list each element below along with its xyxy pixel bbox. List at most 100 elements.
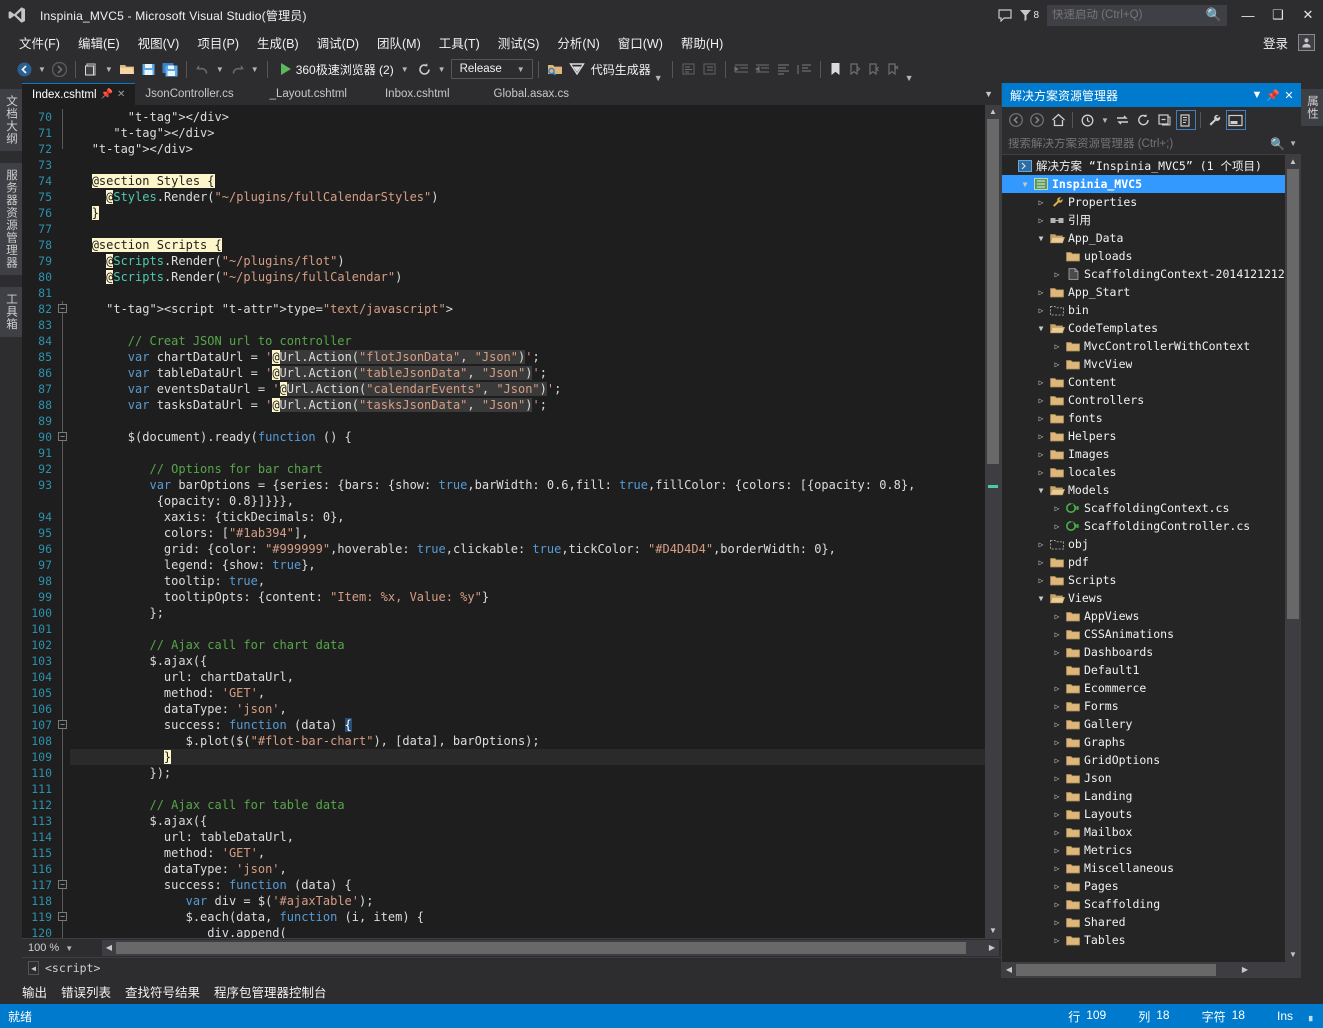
fold-marker[interactable]: −: [56, 429, 70, 445]
se-scroll-thumb[interactable]: [1287, 169, 1299, 619]
code-line[interactable]: @section Scripts {: [70, 237, 985, 253]
code-text-area[interactable]: "t-tag"></div> "t-tag"></div> "t-tag"></…: [70, 105, 985, 938]
tree-item-views[interactable]: ▼ Views: [1002, 589, 1285, 607]
navigate-back-icon[interactable]: [14, 58, 35, 80]
code-line[interactable]: div.append(: [70, 925, 985, 938]
tree-item-scaffoldingcontroller-cs[interactable]: ▷ ScaffoldingController.cs: [1002, 517, 1285, 535]
quick-launch-box[interactable]: 🔍: [1047, 4, 1227, 26]
code-line[interactable]: method: 'GET',: [70, 845, 985, 861]
code-line[interactable]: method: 'GET',: [70, 685, 985, 701]
tree-item-inspinia-mvc5[interactable]: ▼ Inspinia_MVC5: [1002, 175, 1285, 193]
code-line[interactable]: "t-tag"></div>: [70, 109, 985, 125]
tree-item-[interactable]: ▷ 引用: [1002, 211, 1285, 229]
chevron-right-icon[interactable]: ▷: [1050, 360, 1064, 369]
code-line[interactable]: @Scripts.Render("~/plugins/flot"): [70, 253, 985, 269]
toolbar-overflow-icon[interactable]: ▼: [651, 67, 667, 83]
code-line[interactable]: legend: {show: true},: [70, 557, 985, 573]
code-line[interactable]: var tableDataUrl = '@Url.Action("tableJs…: [70, 365, 985, 381]
chevron-right-icon[interactable]: ▷: [1034, 576, 1048, 585]
code-folding-column[interactable]: − − − − −: [56, 105, 70, 938]
chevron-right-icon[interactable]: ▷: [1050, 918, 1064, 927]
code-line[interactable]: colors: ["#1ab394"],: [70, 525, 985, 541]
account-icon[interactable]: [1298, 34, 1315, 51]
chevron-right-icon[interactable]: ▷: [1050, 342, 1064, 351]
solution-tree[interactable]: 解决方案 “Inspinia_MVC5” (1 个项目) ▼ Inspinia_MV…: [1002, 155, 1285, 962]
code-line[interactable]: @section Styles {: [70, 173, 985, 189]
chevron-right-icon[interactable]: ▷: [1034, 306, 1048, 315]
code-line[interactable]: }: [70, 205, 985, 221]
code-line[interactable]: @Scripts.Render("~/plugins/fullCalendar"…: [70, 269, 985, 285]
chevron-right-icon[interactable]: ▷: [1034, 378, 1048, 387]
code-line[interactable]: url: tableDataUrl,: [70, 829, 985, 845]
se-collapse-all-icon[interactable]: [1155, 110, 1175, 130]
save-all-icon[interactable]: [159, 58, 181, 80]
tree-item-json[interactable]: ▷ Json: [1002, 769, 1285, 787]
scroll-left-arrow-icon[interactable]: ◀: [102, 940, 116, 956]
code-line[interactable]: url: chartDataUrl,: [70, 669, 985, 685]
tab-package-manager-console[interactable]: 程序包管理器控制台: [214, 982, 327, 1001]
code-line[interactable]: grid: {color: "#999999",hoverable: true,…: [70, 541, 985, 557]
tree-item-locales[interactable]: ▷ locales: [1002, 463, 1285, 481]
tree-item-tables[interactable]: ▷ Tables: [1002, 931, 1285, 949]
chevron-right-icon[interactable]: ▷: [1034, 414, 1048, 423]
se-sync-icon[interactable]: [1113, 110, 1133, 130]
chevron-right-icon[interactable]: ▷: [1050, 504, 1064, 513]
close-button[interactable]: ✕: [1293, 0, 1323, 30]
tree-item-fonts[interactable]: ▷ fonts: [1002, 409, 1285, 427]
search-icon[interactable]: 🔍: [1270, 137, 1285, 151]
code-line[interactable]: [70, 221, 985, 237]
chevron-right-icon[interactable]: ▷: [1034, 468, 1048, 477]
tool-tab-properties[interactable]: 属性: [1301, 89, 1323, 126]
code-line[interactable]: var barOptions = {series: {bars: {show: …: [70, 477, 985, 493]
scroll-down-arrow-icon[interactable]: ▼: [985, 924, 1001, 938]
se-pending-changes-icon[interactable]: [1077, 110, 1097, 130]
status-insert-mode[interactable]: Ins: [1261, 1009, 1309, 1023]
chevron-right-icon[interactable]: ▷: [1050, 612, 1064, 621]
tree-item-landing[interactable]: ▷ Landing: [1002, 787, 1285, 805]
menu-edit[interactable]: 编辑(E): [69, 30, 129, 55]
se-show-all-files-icon[interactable]: [1175, 110, 1196, 130]
code-line[interactable]: $(document).ready(function () {: [70, 429, 985, 445]
tool-tab-document-outline[interactable]: 文档大纲: [0, 89, 22, 151]
tree-item-mvcview[interactable]: ▷ MvcView: [1002, 355, 1285, 373]
tree-item-scripts[interactable]: ▷ Scripts: [1002, 571, 1285, 589]
code-line[interactable]: $.plot($("#flot-bar-chart"), [data], bar…: [70, 733, 985, 749]
zoom-caret-icon[interactable]: ▼: [65, 944, 73, 953]
chevron-right-icon[interactable]: ▷: [1050, 702, 1064, 711]
solution-search-input[interactable]: [1008, 137, 1271, 150]
tree-item-inspinia-mvc5-1[interactable]: 解决方案 “Inspinia_MVC5” (1 个项目): [1002, 157, 1285, 175]
find-in-files-icon[interactable]: [544, 58, 566, 80]
notifications-button[interactable]: 8: [1019, 9, 1041, 22]
quick-launch-input[interactable]: [1052, 9, 1206, 21]
codegen-diamond-icon[interactable]: [566, 58, 588, 80]
solution-explorer-search[interactable]: 🔍 ▼: [1002, 133, 1301, 155]
search-options-caret-icon[interactable]: ▼: [1285, 139, 1297, 148]
se-refresh-icon[interactable]: [1134, 110, 1154, 130]
chevron-down-icon[interactable]: ▼: [1018, 180, 1032, 189]
tool-tab-toolbox[interactable]: 工具箱: [0, 287, 22, 337]
code-line[interactable]: success: function (data) {: [70, 877, 985, 893]
chevron-down-icon[interactable]: ▼: [1034, 234, 1048, 243]
nav-scope-back-icon[interactable]: ◀: [28, 961, 39, 975]
tree-item-pages[interactable]: ▷ Pages: [1002, 877, 1285, 895]
close-icon[interactable]: ✕: [117, 89, 125, 100]
chevron-right-icon[interactable]: ▷: [1050, 792, 1064, 801]
panel-close-icon[interactable]: ✕: [1281, 89, 1297, 102]
panel-pin-icon[interactable]: 📌: [1265, 89, 1281, 102]
tree-item-pdf[interactable]: ▷ pdf: [1002, 553, 1285, 571]
tab-layout-cshtml[interactable]: _Layout.cshtml: [243, 83, 357, 105]
code-line[interactable]: tooltipOpts: {content: "Item: %x, Value:…: [70, 589, 985, 605]
chevron-right-icon[interactable]: ▷: [1050, 270, 1064, 279]
chevron-down-icon[interactable]: ▼: [1034, 324, 1048, 333]
chevron-right-icon[interactable]: ▷: [1050, 936, 1064, 945]
se-scroll-right-arrow-icon[interactable]: ▶: [1238, 962, 1252, 978]
chevron-right-icon[interactable]: ▷: [1034, 216, 1048, 225]
chevron-right-icon[interactable]: ▷: [1034, 288, 1048, 297]
code-line[interactable]: [70, 317, 985, 333]
codegen-label[interactable]: 代码生成器: [588, 61, 651, 78]
menu-file[interactable]: 文件(F): [10, 30, 69, 55]
chevron-right-icon[interactable]: ▷: [1050, 522, 1064, 531]
se-hscroll-thumb[interactable]: [1016, 964, 1216, 976]
menu-view[interactable]: 视图(V): [129, 30, 189, 55]
feedback-icon[interactable]: [991, 2, 1019, 28]
